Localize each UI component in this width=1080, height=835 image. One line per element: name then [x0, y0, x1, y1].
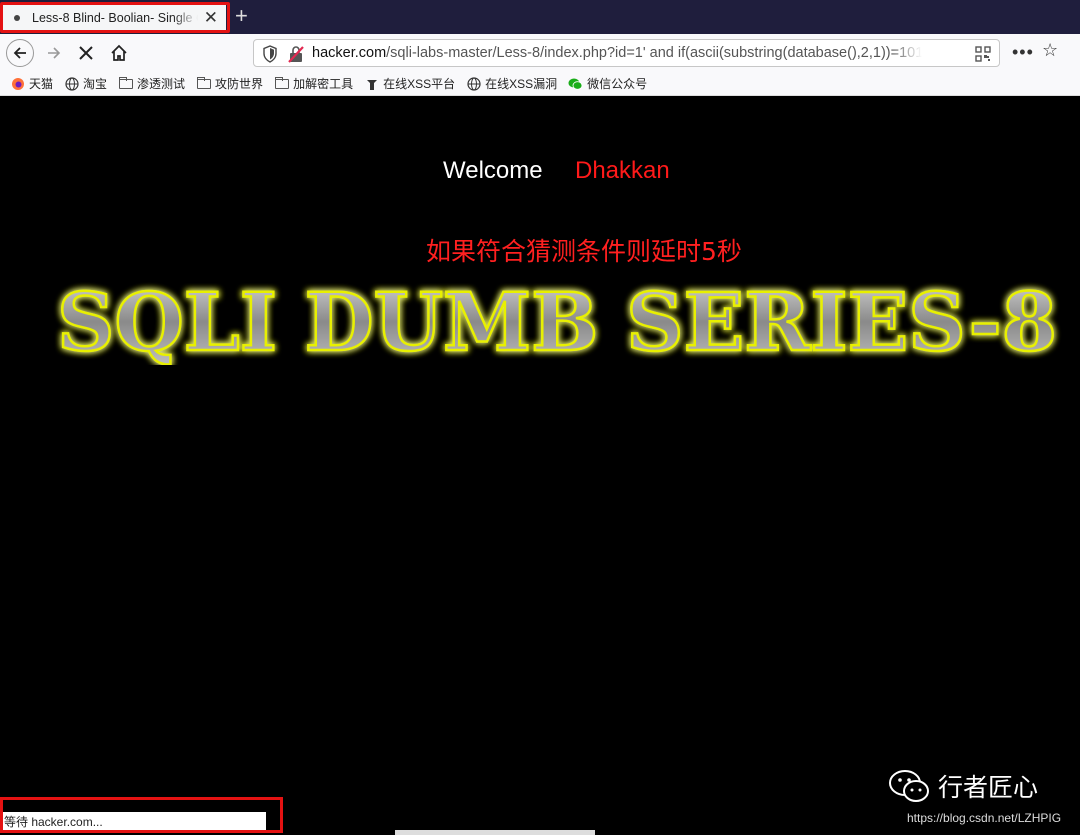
new-tab-button[interactable]: +	[235, 3, 248, 29]
delay-hint-text: 如果符合猜测条件则延时5秒	[426, 237, 742, 266]
tab-highlight-box	[0, 2, 230, 33]
back-button[interactable]	[6, 39, 34, 67]
wechat-logo-icon	[889, 770, 929, 802]
page-actions-menu-icon[interactable]: •••	[1012, 42, 1034, 63]
shield-icon	[263, 45, 277, 63]
welcome-text: Welcome	[443, 157, 543, 184]
watermark: 行者匠心	[888, 768, 1038, 804]
bookmark-folder-ctf[interactable]: 攻防世界	[196, 75, 263, 92]
horizontal-scrollbar[interactable]	[395, 830, 595, 835]
navigation-bar: hacker.com/sqli-labs-master/Less-8/index…	[0, 34, 1080, 72]
home-button[interactable]	[105, 39, 133, 67]
folder-icon	[118, 76, 133, 91]
bookmark-star-icon[interactable]: ☆	[1042, 40, 1058, 61]
home-icon	[111, 44, 127, 61]
globe-icon	[466, 76, 481, 91]
folder-icon	[274, 76, 289, 91]
bookmark-xss-vuln[interactable]: 在线XSS漏洞	[466, 75, 557, 92]
url-text: hacker.com/sqli-labs-master/Less-8/index…	[312, 45, 922, 61]
page-content: Welcome Dhakkan 如果符合猜测条件则延时5秒 SQLI DUMB …	[0, 97, 1080, 835]
status-highlight-box	[0, 797, 283, 833]
bookmark-folder-crypto[interactable]: 加解密工具	[274, 75, 353, 92]
forward-button[interactable]	[40, 39, 68, 67]
stop-x-icon	[79, 46, 93, 60]
watermark-credit: https://blog.csdn.net/LZHPIG	[907, 811, 1062, 825]
qr-code-icon	[975, 46, 991, 62]
wechat-icon	[568, 76, 583, 91]
sqli-dumb-series-banner: SQLI DUMB SERIES-8	[56, 280, 1059, 365]
stop-button[interactable]	[72, 39, 100, 67]
folder-icon	[196, 76, 211, 91]
watermark-brand: 行者匠心	[938, 774, 1039, 802]
welcome-name: Dhakkan	[575, 157, 670, 184]
firefox-icon	[10, 76, 25, 91]
tab-strip: Less-8 Blind- Boolian- Single Quotes- St…	[0, 0, 1080, 34]
bookmark-xss-platform[interactable]: 在线XSS平台	[364, 75, 455, 92]
arrow-right-icon	[48, 47, 61, 59]
globe-icon	[64, 76, 79, 91]
bookmark-folder-pentest[interactable]: 渗透测试	[118, 75, 185, 92]
xss-icon	[364, 76, 379, 91]
bookmarks-toolbar: 天猫 淘宝 渗透测试 攻防世界 加解密工具 在线XSS平台 在线XSS漏洞 微信…	[0, 72, 1080, 96]
bookmark-tmall[interactable]: 天猫	[10, 75, 53, 92]
bookmark-wechat[interactable]: 微信公众号	[568, 75, 647, 92]
svg-text:SQLI DUMB SERIES-8: SQLI DUMB SERIES-8	[57, 280, 1057, 365]
insecure-lock-icon	[288, 46, 304, 63]
address-bar[interactable]: hacker.com/sqli-labs-master/Less-8/index…	[253, 39, 1000, 67]
bookmark-taobao[interactable]: 淘宝	[64, 75, 107, 92]
arrow-left-icon	[13, 47, 26, 59]
